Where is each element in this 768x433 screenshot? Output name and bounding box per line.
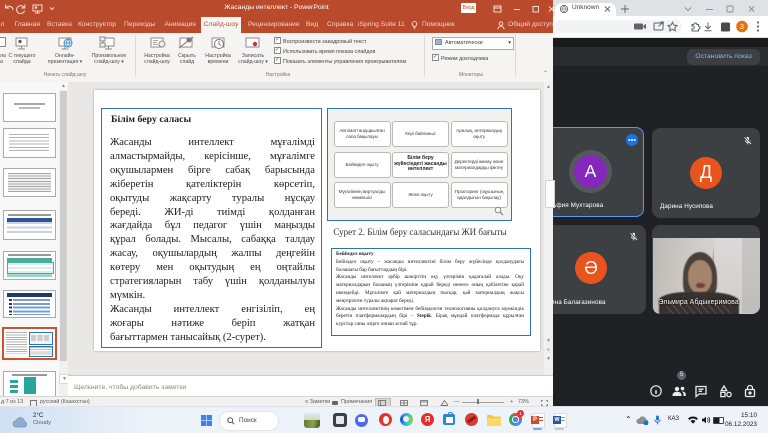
svg-text:3: 3 (740, 24, 744, 31)
